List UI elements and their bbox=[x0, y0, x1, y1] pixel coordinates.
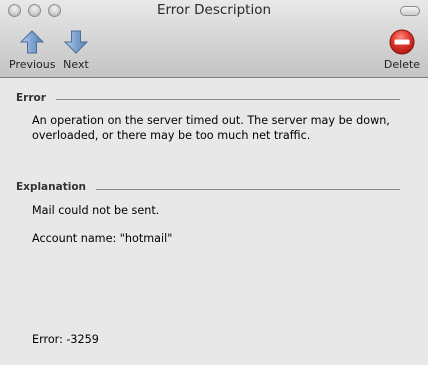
error-message: An operation on the server timed out. Th… bbox=[32, 113, 390, 143]
account-name-text: Account name: "hotmail" bbox=[32, 232, 173, 245]
error-heading: Error bbox=[16, 92, 46, 104]
delete-label: Delete bbox=[383, 58, 421, 71]
delete-icon bbox=[389, 29, 415, 55]
next-label: Next bbox=[63, 58, 89, 71]
delete-button[interactable]: Delete bbox=[382, 29, 422, 71]
window-title: Error Description bbox=[156, 2, 272, 18]
next-button[interactable]: Next bbox=[60, 29, 92, 71]
title-toolbar: Error Description Previous Next Delete bbox=[0, 0, 428, 78]
error-code: Error: -3259 bbox=[32, 333, 99, 346]
up-arrow-icon bbox=[19, 30, 45, 54]
previous-button[interactable]: Previous bbox=[9, 29, 56, 71]
explanation-heading: Explanation bbox=[16, 181, 87, 193]
error-divider bbox=[56, 99, 400, 100]
explanation-divider bbox=[96, 189, 400, 190]
error-message-line: An operation on the server timed out. Th… bbox=[32, 114, 390, 127]
down-arrow-icon bbox=[63, 30, 89, 54]
toolbar-toggle-button[interactable] bbox=[400, 6, 420, 16]
previous-label: Previous bbox=[9, 58, 56, 71]
explanation-text: Mail could not be sent. bbox=[32, 204, 160, 217]
error-message-line: overloaded, or there may be too much net… bbox=[32, 129, 311, 142]
error-description-window: Error Description Previous Next Delete E… bbox=[0, 0, 428, 365]
